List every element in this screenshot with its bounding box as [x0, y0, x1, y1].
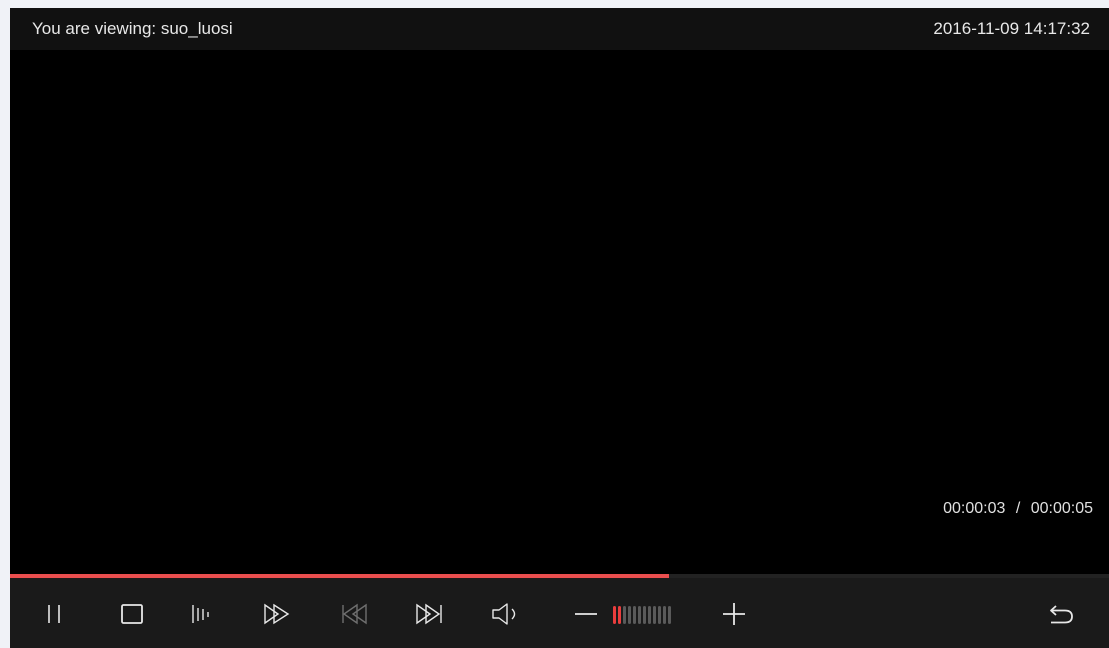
- video-player: You are viewing: suo_luosi 2016-11-09 14…: [10, 8, 1109, 648]
- slow-play-icon: [192, 605, 209, 623]
- time-separator: /: [1015, 500, 1021, 517]
- volume-segment[interactable]: [668, 606, 671, 624]
- volume-level[interactable]: [613, 606, 671, 624]
- stop-icon: [121, 604, 143, 624]
- back-icon: [1050, 605, 1073, 624]
- viewing-label: You are viewing: suo_luosi: [32, 19, 233, 38]
- next-frame-icon: [416, 603, 442, 625]
- volume-segment[interactable]: [648, 606, 651, 624]
- volume-segment[interactable]: [628, 606, 631, 624]
- mute-button[interactable]: [488, 598, 524, 630]
- video-display[interactable]: [10, 50, 1109, 574]
- previous-frame-button[interactable]: [336, 598, 372, 630]
- volume-segment[interactable]: [663, 606, 666, 624]
- stop-button[interactable]: [116, 598, 148, 630]
- speaker-icon: [492, 603, 516, 625]
- fast-forward-icon: [264, 603, 290, 625]
- total-time: 00:00:05: [1030, 500, 1093, 517]
- volume-minus-icon: [575, 613, 597, 615]
- timecode: 00:00:03 / 00:00:05: [943, 500, 1093, 518]
- volume-segment[interactable]: [618, 606, 621, 624]
- next-frame-button[interactable]: [412, 598, 448, 630]
- volume-segment[interactable]: [623, 606, 626, 624]
- volume-plus-icon: [723, 603, 745, 625]
- volume-segment[interactable]: [638, 606, 641, 624]
- datetime-display: 2016-11-09 14:17:32: [933, 19, 1090, 38]
- elapsed-time: 00:00:03: [943, 500, 1006, 517]
- volume-segment[interactable]: [658, 606, 661, 624]
- back-button[interactable]: [1044, 598, 1078, 630]
- volume-down-button[interactable]: [572, 598, 600, 630]
- slow-play-button[interactable]: [186, 598, 218, 630]
- player-header: You are viewing: suo_luosi 2016-11-09 14…: [10, 8, 1109, 50]
- volume-segment[interactable]: [653, 606, 656, 624]
- control-bar: [10, 578, 1109, 648]
- volume-segment[interactable]: [643, 606, 646, 624]
- pause-icon: [48, 605, 60, 623]
- pause-button[interactable]: [40, 598, 68, 630]
- fast-forward-button[interactable]: [260, 598, 296, 630]
- previous-frame-icon: [342, 603, 367, 625]
- volume-up-button[interactable]: [720, 598, 748, 630]
- volume-segment[interactable]: [613, 606, 616, 624]
- volume-segment[interactable]: [633, 606, 636, 624]
